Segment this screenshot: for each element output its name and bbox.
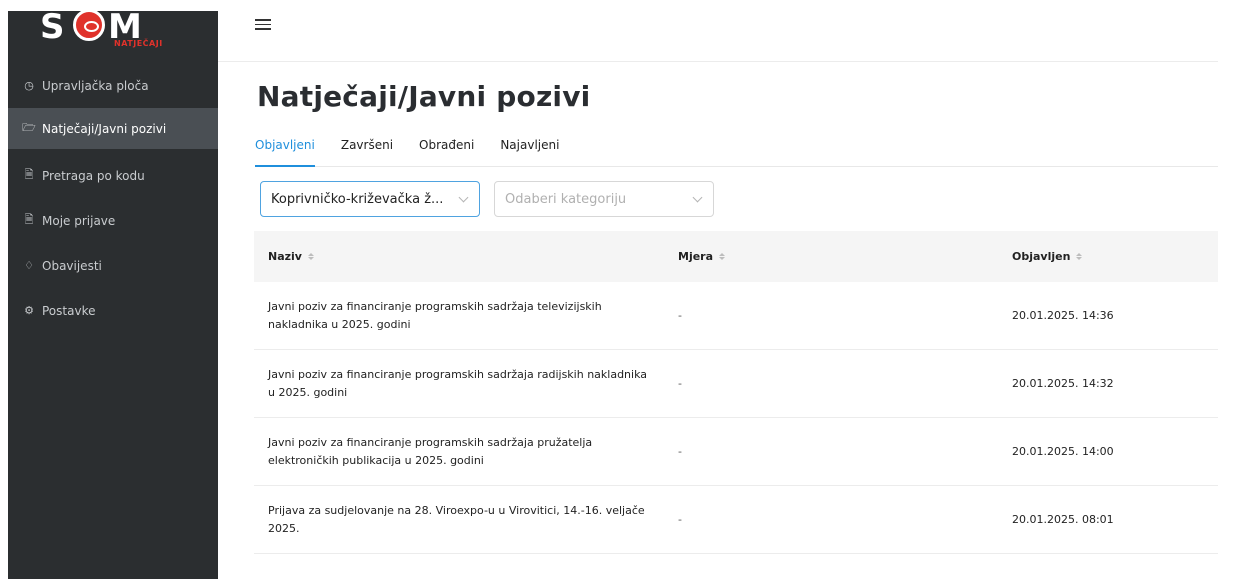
sidebar-item-my-applications[interactable]: 🗎 Moje prijave — [8, 198, 218, 243]
column-label: Objavljen — [1012, 250, 1071, 263]
top-bar — [218, 11, 1218, 62]
cell-mjera: - — [678, 377, 682, 390]
sidebar-item-label: Moje prijave — [42, 213, 116, 228]
cell-mjera: - — [678, 513, 682, 526]
folder-icon: 🗁 — [22, 121, 36, 134]
column-header-mjera[interactable]: Mjera — [678, 250, 1000, 263]
logo-subtitle: NATJEČAJI — [114, 39, 163, 48]
logo-eye-icon — [73, 9, 105, 41]
sidebar-item-label: Postavke — [42, 303, 96, 318]
cell-objavljen: 20.01.2025. 14:00 — [1012, 445, 1114, 458]
column-header-objavljen[interactable]: Objavljen — [1000, 250, 1218, 263]
sidebar-item-settings[interactable]: ⚙ Postavke — [8, 288, 218, 333]
cell-mjera: - — [678, 445, 682, 458]
sidebar-item-natjecaji[interactable]: 🗁 Natječaji/Javni pozivi — [8, 108, 218, 149]
table-row[interactable]: Javni poziv za financiranje programskih … — [254, 418, 1218, 486]
cell-naziv: Javni poziv za financiranje programskih … — [268, 299, 602, 331]
cell-naziv: Javni poziv za financiranje programskih … — [268, 367, 648, 399]
sidebar-nav: ◷ Upravljačka ploča 🗁 Natječaji/Javni po… — [8, 63, 218, 333]
column-label: Naziv — [268, 250, 302, 263]
sidebar-item-label: Obavijesti — [42, 258, 102, 273]
sidebar-item-search-by-code[interactable]: 🗎 Pretraga po kodu — [8, 153, 218, 198]
tab-obradeni[interactable]: Obrađeni — [419, 136, 474, 167]
sidebar-item-notifications[interactable]: ♢ Obavijesti — [8, 243, 218, 288]
menu-collapse-icon[interactable] — [255, 19, 271, 35]
table-row[interactable]: Javni poziv za financiranje programskih … — [254, 350, 1218, 418]
table-row[interactable]: Javni poziv za financiranje programskih … — [254, 282, 1218, 350]
page-title: Natječaji/Javni pozivi — [257, 80, 591, 113]
tabs: Objavljeni Završeni Obrađeni Najavljeni — [255, 136, 1218, 167]
cell-naziv: Prijava za sudjelovanje na 28. Viroexpo-… — [268, 503, 645, 535]
table-header: Naziv Mjera Objavljen — [254, 231, 1218, 282]
filters: Koprivničko-križevačka ž... Odaberi kate… — [260, 181, 714, 217]
tab-najavljeni[interactable]: Najavljeni — [500, 136, 559, 167]
gear-icon: ⚙ — [24, 304, 34, 317]
tab-zavrseni[interactable]: Završeni — [341, 136, 393, 167]
file-text-icon: 🗎 — [24, 213, 34, 226]
logo[interactable]: S M NATJEČAJI — [8, 7, 218, 59]
cell-objavljen: 20.01.2025. 08:01 — [1012, 513, 1114, 526]
sort-icon — [307, 253, 314, 260]
file-icon: 🗎 — [24, 168, 34, 181]
dashboard-icon: ◷ — [24, 79, 34, 92]
sidebar-item-dashboard[interactable]: ◷ Upravljačka ploča — [8, 63, 218, 108]
chevron-down-icon — [458, 192, 469, 203]
sidebar-item-label: Upravljačka ploča — [42, 78, 149, 93]
bell-icon: ♢ — [24, 259, 34, 272]
column-label: Mjera — [678, 250, 714, 263]
cell-naziv: Javni poziv za financiranje programskih … — [268, 435, 593, 467]
sidebar-item-label: Pretraga po kodu — [42, 168, 145, 183]
logo-letter-s: S — [40, 7, 65, 47]
category-select[interactable]: Odaberi kategoriju — [494, 181, 714, 217]
column-header-naziv[interactable]: Naziv — [254, 250, 678, 263]
sort-icon — [719, 253, 726, 260]
sort-icon — [1076, 253, 1083, 260]
county-select-value: Koprivničko-križevačka ž... — [271, 191, 444, 207]
county-select[interactable]: Koprivničko-križevačka ž... — [260, 181, 480, 217]
category-select-placeholder: Odaberi kategoriju — [505, 191, 627, 207]
cell-mjera: - — [678, 309, 682, 322]
sidebar: S M NATJEČAJI ◷ Upravljačka ploča 🗁 Natj… — [8, 7, 218, 579]
sidebar-item-label: Natječaji/Javni pozivi — [42, 121, 167, 136]
chevron-down-icon — [692, 192, 703, 203]
table-row[interactable]: Prijava za sudjelovanje na 28. Viroexpo-… — [254, 486, 1218, 554]
cell-objavljen: 20.01.2025. 14:36 — [1012, 309, 1114, 322]
tab-objavljeni[interactable]: Objavljeni — [255, 136, 315, 167]
calls-table: Naziv Mjera Objavljen Javni poziv za fin… — [254, 231, 1218, 554]
cell-objavljen: 20.01.2025. 14:32 — [1012, 377, 1114, 390]
